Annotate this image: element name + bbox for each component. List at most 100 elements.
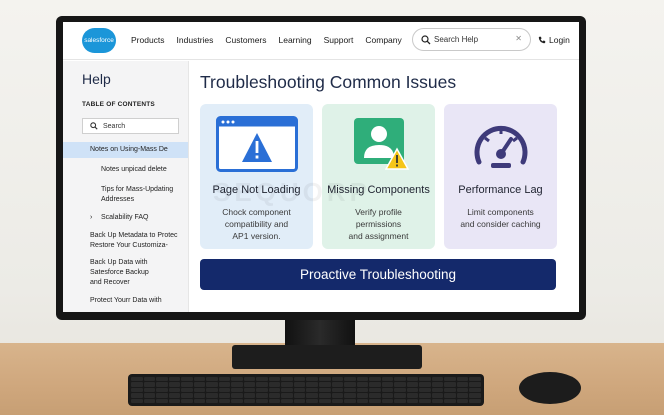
keyboard-key [206, 382, 218, 387]
phone-icon [538, 36, 546, 44]
keyboard-key [394, 387, 406, 393]
keyboard-key [444, 387, 456, 393]
keyboard-key [143, 382, 156, 387]
keyboard-key [381, 377, 394, 382]
help-search-input[interactable]: Search Help ✕ [412, 28, 531, 51]
toc-item-addresses[interactable]: Addresses [101, 195, 134, 205]
keyboard-key [444, 398, 456, 403]
keyboard-key [381, 398, 394, 403]
toc-item-and-recover[interactable]: and Recover [90, 278, 130, 288]
keyboard-key [231, 398, 243, 403]
keyboard-key [306, 398, 319, 403]
keyboard-key [218, 393, 231, 398]
keyboard-key [143, 387, 156, 393]
search-icon [90, 122, 98, 130]
keyboard-key [306, 382, 319, 387]
nav-customers[interactable]: Customers [225, 35, 266, 45]
card-performance-lag[interactable]: Performance Lag Limit components and con… [444, 104, 557, 249]
toc-item-salesforce-backup[interactable]: Satesforce Backup [90, 268, 149, 278]
toc-item-back-up-data[interactable]: Back Up Data with [90, 258, 148, 268]
keyboard-key [293, 387, 306, 393]
keyboard-key [369, 393, 381, 398]
keyboard-key [344, 382, 356, 387]
keyboard-key [319, 398, 331, 403]
keyboard-key [293, 377, 306, 382]
keyboard-key [281, 393, 293, 398]
keyboard-key [319, 393, 331, 398]
keyboard-key [256, 398, 268, 403]
speedometer-icon [474, 125, 527, 168]
card-page-not-loading[interactable]: Page Not Loading Chock component compati… [200, 104, 313, 249]
mouse [519, 372, 581, 404]
keyboard-key [419, 393, 431, 398]
keyboard-key [331, 382, 344, 387]
toc-search-input[interactable]: Search [82, 118, 179, 134]
keyboard-key [444, 377, 456, 382]
login-button[interactable]: Login [538, 35, 570, 45]
keyboard-key [206, 393, 218, 398]
search-icon [421, 34, 431, 44]
screen: salesforce Products Industries Customers… [63, 22, 579, 312]
toc-item-scalability-faq[interactable]: Scalability FAQ [101, 213, 148, 223]
keyboard-key [331, 377, 344, 382]
nav-company[interactable]: Company [365, 35, 401, 45]
keyboard-key [331, 393, 344, 398]
toc-item-back-up-metadata[interactable]: Back Up Metadata to Protec [90, 231, 178, 241]
keyboard-key [181, 393, 193, 398]
keyboard-key [193, 382, 206, 387]
keyboard-key [156, 382, 168, 387]
toc-item-protect-data[interactable]: Protect Yourr Data with [90, 296, 162, 306]
keyboard-key [218, 387, 231, 393]
keyboard-key [156, 377, 168, 382]
keyboard-key [218, 398, 231, 403]
salesforce-logo[interactable]: salesforce [82, 28, 116, 53]
keyboard-key [431, 398, 444, 403]
keyboard-key [168, 382, 181, 387]
keyboard-key [168, 387, 181, 393]
nav-products[interactable]: Products [131, 35, 165, 45]
toc-item-mass-updating[interactable]: Tips for Mass-Updating [101, 185, 173, 195]
keyboard-key [281, 398, 293, 403]
card-description: Chock component compatibility and AP1 ve… [222, 207, 291, 241]
keyboard-key [131, 387, 143, 393]
keyboard-key [344, 398, 356, 403]
keyboard-key [256, 393, 268, 398]
keyboard-key [243, 377, 256, 382]
keyboard-key [243, 387, 256, 393]
keyboard-key [406, 377, 419, 382]
keyboard-key [268, 382, 281, 387]
keyboard-key [356, 382, 369, 387]
logo-text: salesforce [84, 37, 114, 44]
page-title: Troubleshooting Common Issues [200, 72, 457, 92]
keyboard-key [381, 382, 394, 387]
card-missing-components[interactable]: Missing Components Verify profile permis… [322, 104, 435, 249]
keyboard-key [293, 393, 306, 398]
toc-item-mass-delete[interactable]: Notes on Using-Mass De [90, 145, 168, 155]
keyboard-key [456, 387, 469, 393]
keyboard-key [406, 387, 419, 393]
keyboard-key [131, 377, 143, 382]
keyboard-key [143, 393, 156, 398]
keyboard-key [231, 393, 243, 398]
keyboard-key [419, 398, 431, 403]
keyboard-key [319, 377, 331, 382]
keyboard-key [281, 382, 293, 387]
keyboard-key [381, 393, 394, 398]
nav-industries[interactable]: Industries [177, 35, 214, 45]
keyboard-key [143, 398, 156, 403]
keyboard-key [431, 387, 444, 393]
nav-learning[interactable]: Learning [279, 35, 312, 45]
nav-support[interactable]: Support [324, 35, 354, 45]
keyboard-key [168, 377, 181, 382]
toc-expand-chevron-icon[interactable]: › [90, 213, 92, 223]
top-navigation-bar: salesforce Products Industries Customers… [63, 22, 579, 60]
toc-item-unpicad-delete[interactable]: Notes unpicad delete [101, 165, 167, 175]
keyboard-key [369, 387, 381, 393]
keyboard-key [406, 382, 419, 387]
keyboard-key [419, 382, 431, 387]
toc-item-restore-customization[interactable]: Restore Your Customiza- [90, 241, 168, 251]
user-warning-icon [353, 118, 409, 170]
keyboard-key [206, 377, 218, 382]
proactive-troubleshooting-button[interactable]: Proactive Troubleshooting [200, 259, 556, 290]
clear-search-icon[interactable]: ✕ [515, 34, 522, 43]
